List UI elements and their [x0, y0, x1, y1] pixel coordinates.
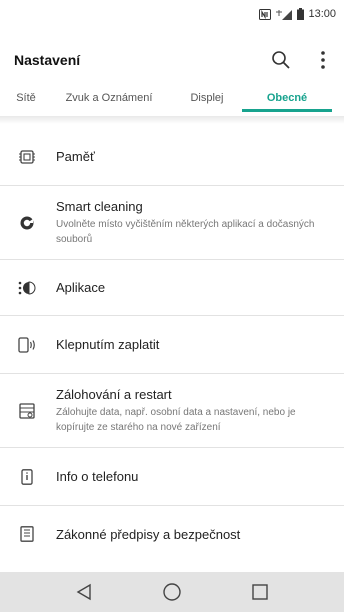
tab-zvuk-a-oznameni[interactable]: Zvuk a Oznámení	[46, 86, 172, 114]
list-item-pamet[interactable]: Paměť	[0, 128, 344, 186]
phone-info-icon	[16, 466, 38, 488]
page-title: Nastavení	[14, 52, 81, 68]
back-icon[interactable]	[64, 572, 104, 612]
item-title: Paměť	[56, 149, 95, 164]
tab-bar: Sítě Zvuk a Oznámení Displej Obecné	[0, 86, 344, 114]
active-tab-indicator	[242, 109, 332, 112]
list-item-zakonne-predpisy[interactable]: Zákonné předpisy a bezpečnost	[0, 506, 344, 562]
item-subtitle: Zálohujte data, např. osobní data a nast…	[56, 406, 296, 433]
list-item-aplikace[interactable]: Aplikace	[0, 260, 344, 316]
recent-apps-icon[interactable]	[240, 572, 280, 612]
settings-list: Paměť Smart cleaning Uvolněte místo vyči…	[0, 128, 344, 562]
tab-divider	[0, 116, 344, 124]
tab-obecne[interactable]: Obecné	[242, 86, 332, 114]
list-item-smart-cleaning[interactable]: Smart cleaning Uvolněte místo vyčištěním…	[0, 186, 344, 260]
more-options-icon[interactable]	[312, 49, 334, 71]
tab-label: Displej	[190, 92, 224, 104]
item-subtitle: Uvolněte místo vyčištěním některých apli…	[56, 218, 315, 245]
list-item-zalohovani-a-restart[interactable]: Zálohování a restart Zálohujte data, nap…	[0, 374, 344, 448]
backup-icon	[16, 400, 38, 422]
smart-cleaning-icon	[16, 212, 38, 234]
nfc-icon	[259, 8, 272, 20]
navigation-bar	[0, 572, 344, 612]
status-bar: 13:00	[0, 0, 344, 28]
battery-icon	[297, 8, 305, 20]
apps-icon	[16, 277, 38, 299]
item-title: Info o telefonu	[56, 469, 139, 484]
app-bar: Nastavení	[0, 42, 344, 78]
item-title: Zákonné předpisy a bezpečnost	[56, 526, 241, 542]
tab-site[interactable]: Sítě	[6, 86, 46, 114]
item-title: Klepnutím zaplatit	[56, 337, 160, 352]
tab-label: Obecné	[266, 92, 308, 104]
clock: 13:00	[308, 8, 336, 20]
signal-icon	[275, 9, 293, 20]
item-title: Aplikace	[56, 280, 106, 295]
regulatory-icon	[16, 523, 38, 545]
list-item-info-o-telefonu[interactable]: Info o telefonu	[0, 448, 344, 506]
tab-label: Sítě	[16, 92, 36, 104]
item-title: Smart cleaning	[56, 198, 143, 214]
tab-displej[interactable]: Displej	[172, 86, 242, 114]
tab-label: Zvuk a Oznámení	[65, 92, 153, 104]
memory-chip-icon	[16, 146, 38, 168]
item-title: Zálohování a restart	[56, 386, 172, 402]
home-icon[interactable]	[152, 572, 192, 612]
tap-to-pay-icon	[16, 334, 38, 356]
search-icon[interactable]	[270, 49, 292, 71]
list-item-klepnutim-zaplatit[interactable]: Klepnutím zaplatit	[0, 316, 344, 374]
